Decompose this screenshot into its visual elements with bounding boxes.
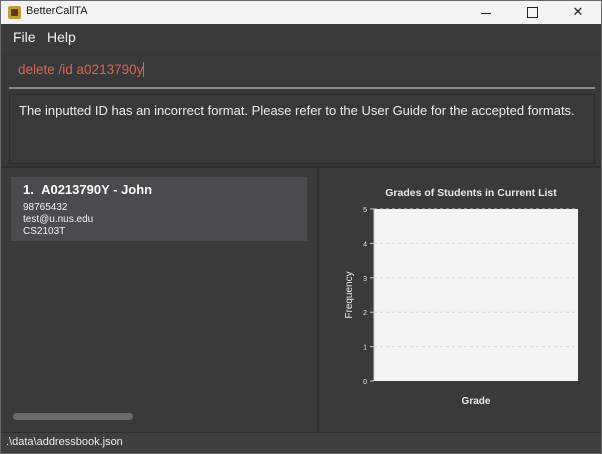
grade-chart: Grades of Students in Current List 0 1 2 3 4…: [344, 187, 578, 407]
y-tick-label: 5: [363, 207, 367, 214]
window-title: BetterCallTA: [26, 5, 88, 17]
y-tick-label: 3: [363, 276, 367, 283]
command-value: delete /id a0213790y: [18, 62, 144, 77]
student-phone: 98765432: [23, 202, 68, 213]
title-bar: BetterCallTA ✕: [1, 1, 601, 24]
command-input[interactable]: delete /id a0213790y: [9, 53, 595, 89]
minimize-icon: [481, 13, 491, 14]
result-display: The inputted ID has an incorrect format.…: [9, 94, 595, 164]
menu-file[interactable]: File: [13, 29, 36, 45]
command-text: delete /id a0213790y: [18, 62, 145, 77]
y-tick-label: 2: [363, 310, 367, 317]
result-message: The inputted ID has an incorrect format.…: [19, 103, 575, 118]
minimize-button[interactable]: [463, 1, 509, 24]
y-axis-ticks: 0 1 2 3 4 5: [363, 207, 374, 386]
grade-chart-panel: Grades of Students in Current List 0 1 2 3 4…: [319, 168, 601, 431]
chart-title: Grades of Students in Current List: [385, 187, 557, 199]
maximize-icon: [526, 7, 538, 18]
y-tick-label: 0: [363, 379, 367, 386]
y-axis-label: Frequency: [344, 271, 355, 318]
student-course: CS2103T: [23, 226, 66, 237]
menu-help[interactable]: Help: [47, 29, 76, 45]
app-logo-icon: [8, 6, 21, 19]
status-bar: .\data\addressbook.json: [1, 432, 601, 453]
student-heading: 1. A0213790Y - John: [23, 182, 152, 197]
y-tick-label: 4: [363, 241, 367, 248]
app-window: BetterCallTA ✕ File Help delete /id a021…: [0, 0, 602, 454]
x-axis-label: Grade: [462, 396, 491, 407]
text-caret: [143, 62, 145, 77]
menu-bar: File Help: [1, 25, 601, 51]
student-name: A0213790Y - John: [41, 182, 153, 197]
y-tick-label: 1: [363, 345, 367, 352]
close-button[interactable]: ✕: [555, 1, 601, 24]
student-index: 1.: [23, 182, 34, 197]
student-email: test@u.nus.edu: [23, 214, 94, 225]
list-item[interactable]: 1. A0213790Y - John 98765432 test@u.nus.…: [11, 177, 307, 241]
save-location: .\data\addressbook.json: [6, 436, 123, 448]
student-list-panel: 1. A0213790Y - John 98765432 test@u.nus.…: [1, 168, 317, 431]
horizontal-scrollbar[interactable]: [13, 413, 133, 420]
plot-area: [374, 209, 578, 381]
maximize-button[interactable]: [509, 1, 555, 24]
close-icon: ✕: [572, 5, 584, 20]
